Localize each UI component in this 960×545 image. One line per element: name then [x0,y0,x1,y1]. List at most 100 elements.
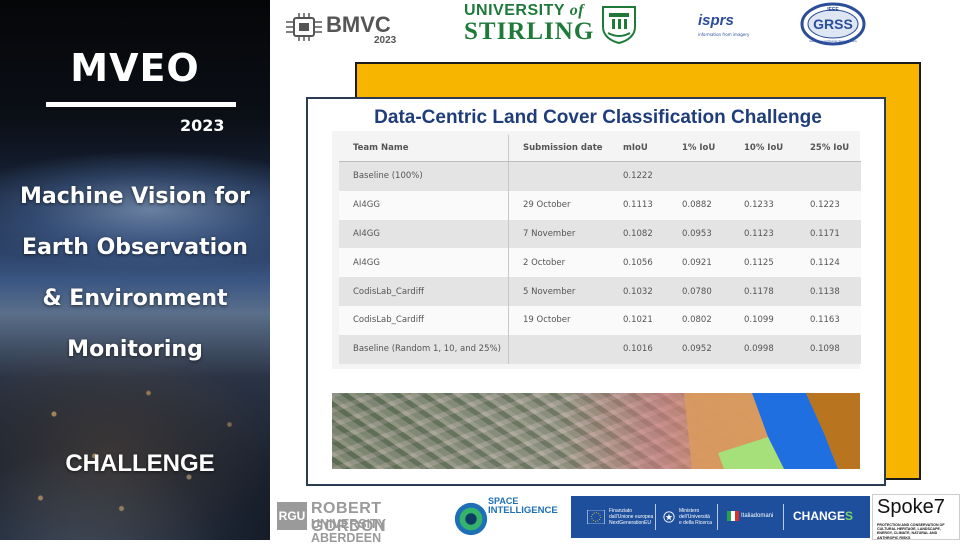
cell-iou-25: 0.1223 [796,190,861,220]
cell-team: Baseline (100%) [339,161,509,191]
cell-team: CodisLab_Cardiff [339,305,509,335]
cell-iou-25: 0.1171 [796,219,861,249]
cell-miou: 0.1016 [609,334,668,364]
cell-team: AI4GG [339,248,509,278]
header-10-iou: 10% IoU [730,135,796,162]
grss-name: GRSS [813,16,853,32]
stirling-of-word: of [569,2,585,19]
cell-team: AI4GG [339,190,509,220]
cell-team: Baseline (Random 1, 10, and 25%) [339,334,509,364]
table-row: CodisLab_Cardiff 5 November 0.1032 0.078… [339,277,861,306]
spoke7-tagline: PROTECTION AND CONSERVATION OF CULTURAL … [877,523,945,540]
aerial-to-landcover-image [332,393,860,469]
ieee-grss-logo: GRSS IEEE Geoscience and Remote Sensing … [800,2,866,46]
grss-globe-icon: GRSS IEEE Geoscience and Remote Sensing … [800,2,866,46]
landcover-mask [684,393,860,469]
bmvc-year: 2023 [374,35,397,46]
eu-funded-line-3: NextGenerationEU [609,520,651,526]
cell-date: 29 October [508,190,609,220]
banner-divider [717,504,718,530]
challenge-label: CHALLENGE [65,450,215,477]
isprs-tagline: information from imagery [698,32,750,37]
card-title: Data-Centric Land Cover Classification C… [374,107,822,128]
ministry-text: Ministero dell'Università e della Ricerc… [679,508,712,538]
cell-iou-10: 0.1123 [730,219,796,249]
cell-iou-1: 0.0802 [668,305,730,335]
cell-miou: 0.1113 [609,190,668,220]
cell-iou-10: 0.1125 [730,248,796,278]
stirling-crest-icon [602,6,636,44]
stirling-line-2: STIRLING [464,18,595,45]
cell-miou: 0.1082 [609,219,668,249]
cell-iou-10: 0.0998 [730,334,796,364]
cell-iou-1: 0.0921 [668,248,730,278]
cell-team: AI4GG [339,219,509,249]
ministry-line-3: e della Ricerca [679,520,713,526]
eu-flag-icon [587,510,605,524]
banner-divider [783,504,784,530]
cell-iou-10 [730,161,796,191]
cell-date [508,334,609,364]
bmvc-logo: BMVC 2023 [284,10,404,46]
table-row: Baseline (100%) 0.1222 [339,161,861,191]
space-intelligence-line-2: INTELLIGENCE [488,505,558,516]
cell-iou-1 [668,161,730,191]
space-intelligence-logo: SPACE INTELLIGENCE [450,496,565,538]
italy-emblem-icon [663,511,675,523]
header-1-iou: 1% IoU [668,135,730,162]
isprs-logo: isprs information from imagery [692,6,752,42]
cell-iou-25: 0.1163 [796,305,861,335]
cell-iou-25 [796,161,861,191]
subtitle-line-4: Monitoring [67,337,203,362]
challenge-results-card: Data-Centric Land Cover Classification C… [306,97,886,486]
cell-iou-1: 0.0780 [668,277,730,306]
eu-funded-text: Finanziato dall'Unione europea NextGener… [609,508,653,538]
cell-date: 5 November [508,277,609,306]
cell-iou-25: 0.1124 [796,248,861,278]
mveo-title: MVEO [70,46,200,90]
rgu-line-2: UNIVERSITY ABERDEEN [311,517,386,545]
table-row: Baseline (Random 1, 10, and 25%) 0.1016 … [339,334,861,364]
isprs-name: isprs [698,12,734,29]
cell-iou-1: 0.0953 [668,219,730,249]
leaderboard-table: Team Name Submission date mIoU 1% IoU 10… [339,135,861,364]
left-title-panel: MVEO 2023 Machine Vision for Earth Obser… [0,0,270,540]
cell-iou-25: 0.1098 [796,334,861,364]
cell-iou-10: 0.1233 [730,190,796,220]
spoke7-name: Spoke7 [877,496,945,518]
cell-iou-10: 0.1099 [730,305,796,335]
italia-flag-red [735,511,739,521]
header-miou: mIoU [609,135,668,162]
cell-date [508,161,609,191]
table-row: CodisLab_Cardiff 19 October 0.1021 0.080… [339,305,861,335]
cell-date: 19 October [508,305,609,335]
changes-prefix: CHANGE [793,509,846,523]
table-row: AI4GG 29 October 0.1113 0.0882 0.1233 0.… [339,190,861,220]
table-header-row: Team Name Submission date mIoU 1% IoU 10… [339,135,861,162]
cell-iou-1: 0.0882 [668,190,730,220]
cell-date: 7 November [508,219,609,249]
changes-suffix: S [845,509,854,523]
funding-partners-banner: Finanziato dall'Unione europea NextGener… [571,496,870,538]
space-intelligence-globe-icon [454,502,488,536]
table-row: AI4GG 7 November 0.1082 0.0953 0.1123 0.… [339,219,861,249]
robert-gordon-university-logo: RGU ROBERT GORDON UNIVERSITY ABERDEEN [277,500,439,545]
cell-miou: 0.1032 [609,277,668,306]
cell-miou: 0.1021 [609,305,668,335]
cell-iou-10: 0.1178 [730,277,796,306]
cell-miou: 0.1222 [609,161,668,191]
rgu-mark: RGU [277,502,307,530]
header-team-name: Team Name [339,135,509,162]
cell-team: CodisLab_Cardiff [339,277,509,306]
cell-iou-1: 0.0952 [668,334,730,364]
university-of-stirling-logo: UNIVERSITY of STIRLING [464,2,644,46]
italiadomani-text: Italiadomani [741,513,774,519]
stirling-university-word: UNIVERSITY [464,2,565,19]
grss-ieee: IEEE [827,7,839,13]
subtitle-line-2: Earth Observation [22,235,248,260]
spoke7-logo: Spoke7 PROTECTION AND CONSERVATION OF CU… [872,494,960,540]
cell-date: 2 October [508,248,609,278]
cell-iou-25: 0.1138 [796,277,861,306]
subtitle-line-3: & Environment [42,286,228,311]
leaderboard-table-panel: Team Name Submission date mIoU 1% IoU 10… [332,131,861,369]
